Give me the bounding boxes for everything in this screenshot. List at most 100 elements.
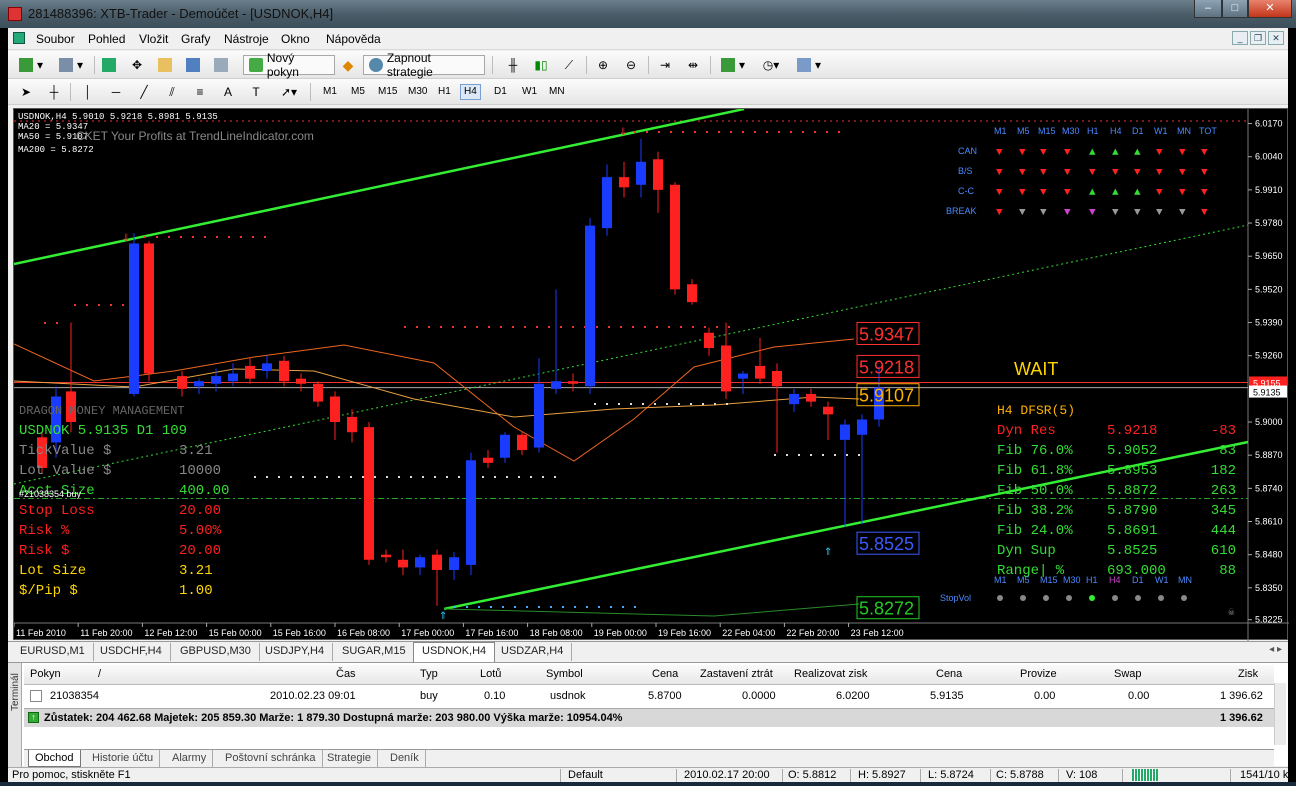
- tab-strategie[interactable]: Strategie: [321, 750, 379, 767]
- col-zisk[interactable]: Zisk: [1238, 668, 1258, 680]
- indicators-button[interactable]: ▾: [716, 55, 750, 75]
- tf-m15[interactable]: M15: [374, 84, 401, 100]
- tf-h4[interactable]: H4: [460, 84, 481, 100]
- tab-gbpusd[interactable]: GBPUSD,M30: [172, 643, 260, 661]
- price-chart[interactable]: ⇓ ⇓ ⇑ ⇑ USDNOK,H4 5.9010 5.9218 5.8981 5.91…: [13, 107, 1289, 641]
- data-window-icon[interactable]: [154, 55, 176, 75]
- mdi-minimize-button[interactable]: _: [1232, 31, 1248, 45]
- crosshair-icon[interactable]: ┼: [44, 82, 64, 102]
- table-row[interactable]: 21038354 2010.02.23 09:01 buy 0.10 usdno…: [24, 687, 1274, 706]
- new-chart-button[interactable]: ▾: [14, 55, 48, 75]
- col-symbol[interactable]: Symbol: [546, 668, 583, 680]
- tab-historie[interactable]: Historie účtu: [86, 750, 161, 767]
- tab-alarmy[interactable]: Alarmy: [166, 750, 214, 767]
- dot: [452, 326, 454, 328]
- mdi-restore-button[interactable]: ❐: [1250, 31, 1266, 45]
- auto-scroll-icon[interactable]: ⇥: [654, 55, 676, 75]
- candle-chart-icon[interactable]: ▮▯: [530, 55, 552, 75]
- tf-m30[interactable]: M30: [404, 84, 431, 100]
- mm-row-label: $/Pip $: [19, 583, 78, 599]
- zoom-in-icon[interactable]: ⊕: [592, 55, 614, 75]
- menu-grafy[interactable]: Grafy: [181, 32, 210, 46]
- fibonacci-icon[interactable]: ≡: [190, 82, 210, 102]
- menu-napoveda[interactable]: Nápověda: [326, 32, 381, 46]
- bar-chart-icon[interactable]: ╫: [502, 55, 524, 75]
- market-watch-icon[interactable]: [98, 55, 120, 75]
- profiles-button[interactable]: ▾: [54, 55, 88, 75]
- tab-usdnok[interactable]: USDNOK,H4: [413, 642, 496, 662]
- col-pokyn[interactable]: Pokyn: [30, 668, 61, 680]
- menu-okno[interactable]: Okno: [281, 32, 310, 46]
- signal-down-arrow: ▼: [1040, 207, 1047, 219]
- tab-postovni[interactable]: Poštovní schránka: [219, 750, 323, 767]
- tab-eurusd[interactable]: EURUSD,M1: [12, 643, 94, 661]
- terminal-icon[interactable]: [182, 55, 204, 75]
- signal-down-arrow: ▼: [1179, 187, 1186, 199]
- tf-mn[interactable]: MN: [545, 84, 569, 100]
- menu-vlozit[interactable]: Vložit: [139, 32, 168, 46]
- close-button[interactable]: ✕: [1248, 0, 1292, 18]
- maximize-button[interactable]: □: [1222, 0, 1248, 18]
- line-chart-icon[interactable]: ⟋: [558, 55, 580, 75]
- col-sl[interactable]: Zastavení ztrát: [700, 668, 773, 680]
- dfsr-row-distance: 345: [1211, 503, 1236, 519]
- chart-window-icon[interactable]: [13, 32, 25, 44]
- menu-pohled[interactable]: Pohled: [88, 32, 125, 46]
- col-cena[interactable]: Cena: [652, 668, 678, 680]
- col-typ[interactable]: Typ: [420, 668, 438, 680]
- order-price: 5.8700: [648, 690, 682, 702]
- minimize-button[interactable]: –: [1194, 0, 1222, 18]
- terminal-side-bar[interactable]: Terminál: [8, 663, 22, 767]
- zoom-out-icon[interactable]: ⊖: [620, 55, 642, 75]
- col-provize[interactable]: Provize: [1020, 668, 1057, 680]
- dot: [666, 403, 668, 405]
- chart-shift-icon[interactable]: ⇹: [682, 55, 704, 75]
- tab-denik[interactable]: Deník: [384, 750, 426, 767]
- col-lotu[interactable]: Lotů: [480, 668, 501, 680]
- tab-scroll-arrows[interactable]: ◂ ▸: [1269, 644, 1282, 655]
- tf-m1[interactable]: M1: [319, 84, 341, 100]
- dot: [428, 326, 430, 328]
- trendline-icon[interactable]: ╱: [134, 82, 154, 102]
- vertical-line-icon[interactable]: │: [78, 82, 98, 102]
- tf-d1[interactable]: D1: [490, 84, 511, 100]
- candle: [144, 240, 154, 382]
- text-icon[interactable]: A: [218, 82, 238, 102]
- signal-down-arrow: ▼: [1201, 207, 1208, 219]
- text-label-icon[interactable]: T: [246, 82, 266, 102]
- tab-obchod[interactable]: Obchod: [28, 750, 81, 767]
- terminal-scrollbar[interactable]: [1274, 683, 1286, 745]
- strategy-toggle-button[interactable]: Zapnout strategie: [363, 51, 485, 79]
- navigator-icon[interactable]: ✥: [126, 55, 148, 75]
- terminal-side-label: Terminál: [10, 673, 21, 711]
- tf-m5[interactable]: M5: [347, 84, 369, 100]
- periods-button[interactable]: ◷▾: [754, 55, 788, 75]
- col-cas[interactable]: Čas: [336, 668, 356, 680]
- stopvol-dot: [1158, 595, 1164, 601]
- col-swap[interactable]: Swap: [1114, 668, 1142, 680]
- templates-button[interactable]: ▾: [792, 55, 826, 75]
- col-cena2[interactable]: Cena: [936, 668, 962, 680]
- dot: [266, 476, 268, 478]
- menu-soubor[interactable]: Soubor: [36, 32, 75, 46]
- tf-h1[interactable]: H1: [434, 84, 455, 100]
- dot: [838, 131, 840, 133]
- stopvol-dot: [997, 595, 1003, 601]
- menu-nastroje[interactable]: Nástroje: [224, 32, 269, 46]
- strategy-tester-icon[interactable]: [210, 55, 232, 75]
- arrows-icon[interactable]: ➚▾: [274, 82, 304, 102]
- dot: [814, 131, 816, 133]
- equidistant-channel-icon[interactable]: ⫽: [162, 82, 182, 102]
- tab-usdjpy[interactable]: USDJPY,H4: [257, 643, 334, 661]
- tab-usdchf[interactable]: USDCHF,H4: [92, 643, 171, 661]
- tab-usdzar[interactable]: USDZAR,H4: [493, 643, 573, 661]
- mdi-close-button[interactable]: ✕: [1268, 31, 1284, 45]
- metaeditor-icon[interactable]: ◆: [338, 55, 358, 75]
- col-tp[interactable]: Realizovat zisk: [794, 668, 867, 680]
- tf-w1[interactable]: W1: [518, 84, 541, 100]
- new-order-button[interactable]: Nový pokyn: [243, 51, 335, 79]
- cursor-icon[interactable]: ➤: [16, 82, 36, 102]
- horizontal-line-icon[interactable]: ─: [106, 82, 126, 102]
- signal-up-arrow: ▲: [1089, 187, 1096, 199]
- tab-sugar[interactable]: SUGAR,M15: [334, 643, 415, 661]
